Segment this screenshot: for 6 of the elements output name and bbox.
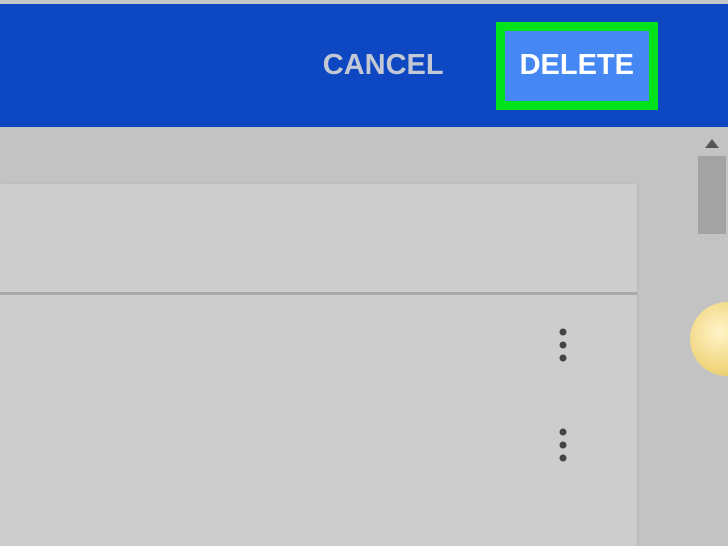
more-options-icon[interactable] bbox=[559, 428, 567, 462]
cancel-button[interactable]: CANCEL bbox=[318, 30, 448, 100]
delete-button[interactable]: DELETE bbox=[504, 30, 649, 100]
scroll-up-icon[interactable] bbox=[705, 139, 719, 148]
scrollbar-thumb[interactable] bbox=[698, 156, 726, 234]
more-options-icon[interactable] bbox=[559, 328, 567, 362]
